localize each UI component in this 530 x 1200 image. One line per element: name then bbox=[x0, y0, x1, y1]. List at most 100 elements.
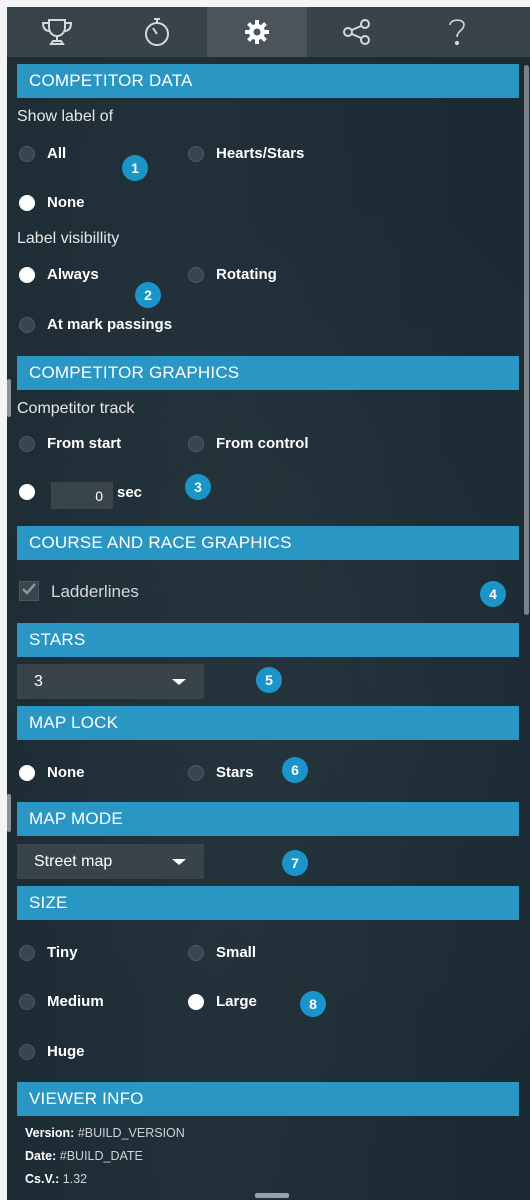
seconds-unit-label: sec bbox=[117, 484, 143, 501]
annotation-badge-2: 2 bbox=[135, 282, 161, 308]
annotation-badge-4: 4 bbox=[480, 581, 506, 607]
radio-visibility-always[interactable]: Always bbox=[19, 266, 99, 283]
radio-dot bbox=[188, 764, 204, 781]
radio-label: None bbox=[47, 764, 85, 781]
radio-dot bbox=[19, 764, 35, 781]
radio-label-all[interactable]: All bbox=[19, 145, 66, 162]
ladderlines-checkbox[interactable] bbox=[19, 581, 39, 601]
left-edge-handle-lower[interactable] bbox=[7, 794, 11, 832]
radio-dot bbox=[19, 194, 35, 211]
section-map-lock: MAP LOCK bbox=[17, 706, 519, 740]
version-label: Version: bbox=[25, 1126, 75, 1140]
stopwatch-icon bbox=[143, 16, 171, 48]
left-edge-handle[interactable] bbox=[7, 379, 11, 417]
tab-help[interactable] bbox=[407, 7, 507, 57]
chevron-down-icon bbox=[172, 679, 186, 685]
section-map-mode: MAP MODE bbox=[17, 802, 519, 836]
annotation-badge-6: 6 bbox=[282, 757, 308, 783]
radio-dot bbox=[188, 266, 204, 283]
section-stars: STARS bbox=[17, 623, 519, 657]
radio-label: Stars bbox=[216, 764, 254, 781]
bottom-handle[interactable] bbox=[255, 1193, 289, 1198]
track-seconds-input[interactable] bbox=[51, 482, 113, 509]
annotation-badge-8: 8 bbox=[300, 991, 326, 1017]
share-icon bbox=[342, 19, 372, 45]
section-competitor-data: COMPETITOR DATA bbox=[17, 64, 519, 98]
radio-dot bbox=[19, 484, 35, 500]
annotation-badge-3: 3 bbox=[185, 474, 211, 500]
radio-dot bbox=[19, 266, 35, 283]
radio-maplock-stars[interactable]: Stars bbox=[188, 764, 254, 781]
radio-dot bbox=[188, 993, 204, 1010]
scrollbar[interactable] bbox=[524, 65, 529, 615]
radio-label: None bbox=[47, 194, 85, 211]
radio-dot bbox=[19, 944, 35, 961]
date-info: Date: #BUILD_DATE bbox=[25, 1149, 143, 1163]
date-label: Date: bbox=[25, 1149, 57, 1163]
label-visibility-label: Label visibillity bbox=[17, 230, 120, 247]
radio-size-small[interactable]: Small bbox=[188, 944, 256, 961]
section-competitor-graphics: COMPETITOR GRAPHICS bbox=[17, 356, 519, 390]
radio-track-seconds[interactable] bbox=[19, 484, 47, 500]
csv-info: Cs.V.: 1.32 bbox=[25, 1172, 87, 1186]
chevron-down-icon bbox=[172, 859, 186, 865]
radio-track-from-control[interactable]: From control bbox=[188, 435, 309, 452]
radio-dot bbox=[19, 145, 35, 162]
stars-select-value: 3 bbox=[34, 672, 43, 690]
radio-dot bbox=[188, 435, 204, 452]
tab-bar bbox=[7, 7, 530, 57]
show-label-of-label: Show label of bbox=[17, 108, 114, 125]
tab-settings[interactable] bbox=[207, 7, 307, 57]
version-info: Version: #BUILD_VERSION bbox=[25, 1126, 185, 1140]
radio-dot bbox=[188, 944, 204, 961]
radio-label: Hearts/Stars bbox=[216, 145, 305, 162]
radio-visibility-rotating[interactable]: Rotating bbox=[188, 266, 277, 283]
radio-size-medium[interactable]: Medium bbox=[19, 993, 104, 1010]
radio-size-huge[interactable]: Huge bbox=[19, 1043, 85, 1060]
radio-dot bbox=[188, 145, 204, 162]
radio-label: From start bbox=[47, 435, 122, 452]
radio-track-from-start[interactable]: From start bbox=[19, 435, 121, 452]
stars-select[interactable]: 3 bbox=[17, 664, 204, 699]
csv-value: 1.32 bbox=[62, 1172, 88, 1186]
ladderlines-label: Ladderlines bbox=[51, 582, 139, 601]
competitor-track-label: Competitor track bbox=[17, 400, 135, 417]
radio-dot bbox=[19, 993, 35, 1010]
checkmark-icon bbox=[22, 582, 36, 600]
section-size: SIZE bbox=[17, 886, 519, 920]
radio-label: From control bbox=[216, 435, 309, 452]
radio-dot bbox=[19, 316, 35, 333]
tab-leaderboard[interactable] bbox=[7, 7, 107, 57]
radio-dot bbox=[19, 435, 35, 452]
radio-label: Tiny bbox=[47, 944, 78, 961]
tab-timer[interactable] bbox=[107, 7, 207, 57]
radio-visibility-mark-passings[interactable]: At mark passings bbox=[19, 316, 172, 333]
annotation-badge-5: 5 bbox=[256, 667, 282, 693]
version-value: #BUILD_VERSION bbox=[77, 1126, 185, 1140]
radio-size-large[interactable]: Large bbox=[188, 993, 257, 1010]
annotation-badge-7: 7 bbox=[282, 850, 308, 876]
gear-icon bbox=[244, 19, 270, 45]
map-mode-select[interactable]: Street map bbox=[17, 844, 204, 879]
radio-label: At mark passings bbox=[47, 316, 173, 333]
csv-label: Cs.V.: bbox=[25, 1172, 60, 1186]
section-course-race-graphics: COURSE AND RACE GRAPHICS bbox=[17, 526, 519, 560]
tab-share[interactable] bbox=[307, 7, 407, 57]
radio-label: Medium bbox=[47, 993, 104, 1010]
date-value: #BUILD_DATE bbox=[59, 1149, 143, 1163]
radio-label-hearts-stars[interactable]: Hearts/Stars bbox=[188, 145, 304, 162]
radio-dot bbox=[19, 1043, 35, 1060]
map-mode-select-value: Street map bbox=[34, 852, 113, 870]
radio-label: Always bbox=[47, 266, 99, 283]
radio-label: Huge bbox=[47, 1043, 85, 1060]
radio-label-none[interactable]: None bbox=[19, 194, 85, 211]
radio-maplock-none[interactable]: None bbox=[19, 764, 85, 781]
help-icon bbox=[447, 16, 467, 48]
annotation-badge-1: 1 bbox=[122, 155, 148, 181]
radio-size-tiny[interactable]: Tiny bbox=[19, 944, 78, 961]
radio-label: Rotating bbox=[216, 266, 277, 283]
radio-label: Small bbox=[216, 944, 257, 961]
section-viewer-info: VIEWER INFO bbox=[17, 1082, 519, 1116]
settings-panel: COMPETITOR DATA Show label of All Hearts… bbox=[7, 7, 530, 1200]
radio-label: All bbox=[47, 145, 67, 162]
